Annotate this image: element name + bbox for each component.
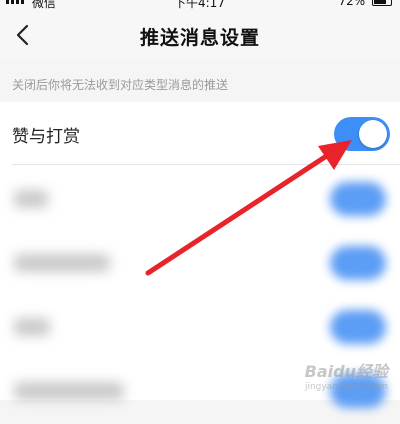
nav-bar: 推送消息设置 bbox=[0, 10, 400, 60]
status-battery: 72% bbox=[338, 0, 392, 8]
signal-icon bbox=[6, 0, 24, 4]
watermark-sub: jingyan.baidu.com bbox=[304, 382, 388, 392]
section-hint: 关闭后你将无法收到对应类型消息的推送 bbox=[12, 78, 229, 92]
divider bbox=[12, 164, 400, 165]
carrier-name: 微信 bbox=[31, 0, 56, 10]
blurred-toggle[interactable] bbox=[330, 182, 386, 216]
blurred-setting-row bbox=[0, 168, 400, 232]
status-carrier: 微信 bbox=[4, 0, 56, 10]
toggle-knob bbox=[359, 120, 387, 148]
battery-percent: 72% bbox=[338, 0, 366, 8]
blurred-toggle[interactable] bbox=[330, 310, 386, 344]
blurred-label bbox=[14, 382, 124, 400]
blurred-label bbox=[14, 190, 48, 208]
likes-tips-toggle[interactable] bbox=[334, 117, 390, 151]
page-title: 推送消息设置 bbox=[139, 27, 260, 49]
settings-row-likes-tips: 赞与打赏 bbox=[0, 102, 400, 164]
settings-row-label: 赞与打赏 bbox=[12, 127, 80, 147]
status-bar: 微信 下午4:17 72% bbox=[0, 0, 400, 10]
blurred-toggle[interactable] bbox=[330, 246, 386, 280]
blurred-label bbox=[14, 318, 50, 336]
battery-icon bbox=[372, 0, 392, 6]
blurred-label bbox=[14, 254, 110, 272]
watermark-main: Baidu经验 bbox=[304, 362, 388, 381]
blurred-setting-row bbox=[0, 232, 400, 296]
watermark: Baidu经验 jingyan.baidu.com bbox=[305, 358, 388, 392]
status-time: 下午4:17 bbox=[174, 0, 225, 10]
settings-list: 赞与打赏 bbox=[0, 102, 400, 408]
blurred-setting-row bbox=[0, 296, 400, 360]
